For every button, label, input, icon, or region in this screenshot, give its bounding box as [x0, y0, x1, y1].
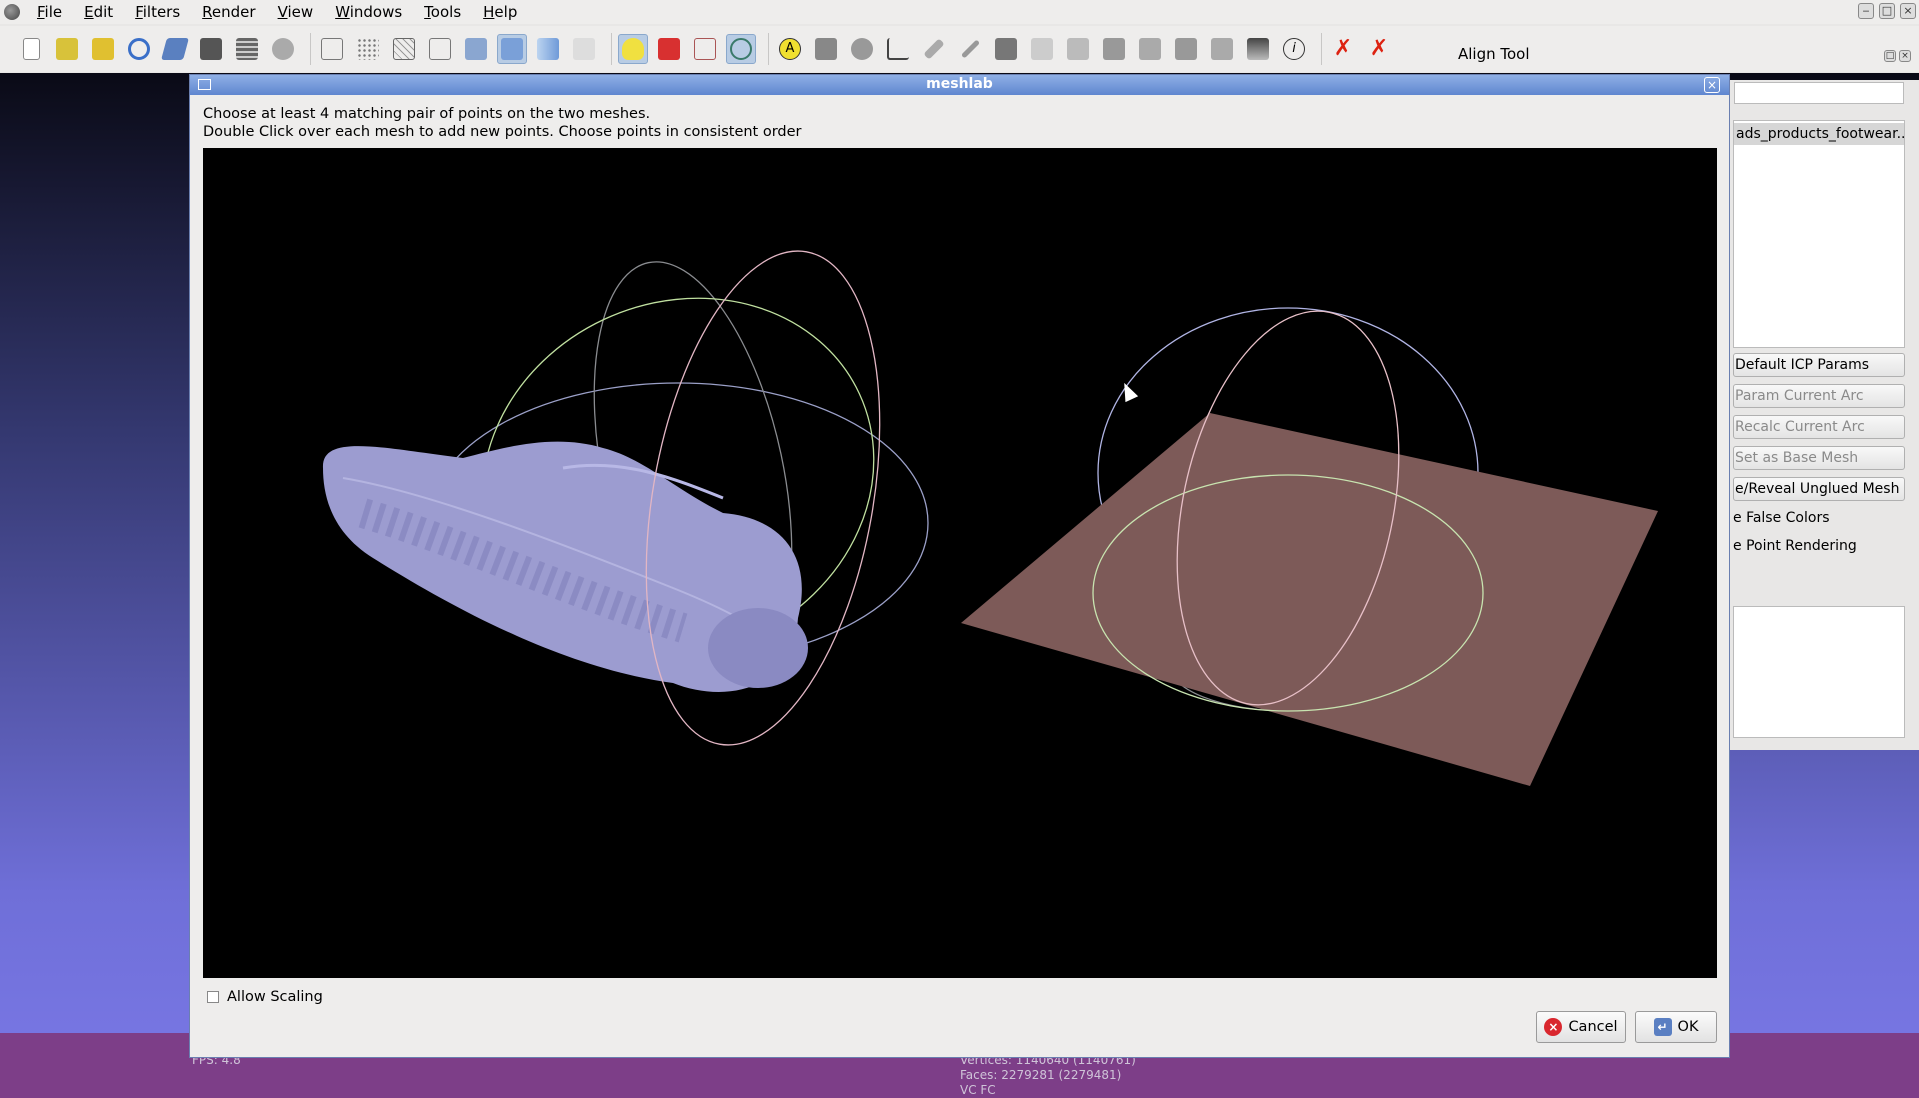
ok-icon: ↵ — [1653, 1018, 1672, 1036]
wireframe-icon[interactable] — [389, 34, 419, 64]
vcfc-readout: VC FC — [960, 1083, 996, 1097]
trackball-icon[interactable] — [726, 34, 756, 64]
georef-icon[interactable] — [1135, 34, 1165, 64]
menu-render[interactable]: Render — [191, 0, 266, 24]
window-close-icon[interactable]: × — [1900, 3, 1916, 19]
main-toolbar: A i ✗ ✗ — [0, 26, 1919, 72]
smooth-icon[interactable] — [533, 34, 563, 64]
paint-icon[interactable] — [919, 34, 949, 64]
snapshot-icon[interactable] — [196, 34, 226, 64]
allow-scaling-checkbox[interactable]: Allow Scaling — [207, 989, 323, 1005]
recalc-current-arc-button[interactable]: Recalc Current Arc — [1733, 415, 1905, 439]
menu-tools[interactable]: Tools — [413, 0, 472, 24]
hide-reveal-unglued-mesh-button[interactable]: e/Reveal Unglued Mesh — [1733, 477, 1905, 501]
backface-icon[interactable] — [654, 34, 684, 64]
toolbar-separator — [310, 33, 311, 65]
log-area — [1733, 606, 1905, 738]
layers-icon[interactable] — [232, 34, 262, 64]
axes-icon[interactable] — [883, 34, 913, 64]
sphere-select-icon[interactable] — [847, 34, 877, 64]
mutual-info-icon[interactable] — [1207, 34, 1237, 64]
cancel-icon: × — [1544, 1018, 1563, 1036]
cancel-button[interactable]: × Cancel — [1536, 1011, 1626, 1043]
flat-lines-icon[interactable] — [461, 34, 491, 64]
annotation-icon[interactable]: A — [775, 34, 805, 64]
mesh-list-item[interactable]: ads_products_footwear... — [1734, 123, 1904, 145]
param-current-arc-button[interactable]: Param Current Arc — [1733, 384, 1905, 408]
cancel-label: Cancel — [1568, 1019, 1618, 1035]
false-colors-checkbox[interactable]: e False Colors — [1733, 510, 1830, 526]
open-icon[interactable] — [88, 34, 118, 64]
instruction-line-1: Choose at least 4 matching pair of point… — [203, 106, 651, 122]
window-minimize-icon[interactable]: ‒ — [1858, 3, 1874, 19]
mesh-viewport[interactable] — [203, 148, 1717, 978]
checkbox-box[interactable] — [207, 991, 219, 1003]
hidden-lines-icon[interactable] — [425, 34, 455, 64]
flat-icon[interactable] — [497, 34, 527, 64]
pick-points-icon[interactable] — [1027, 34, 1057, 64]
default-icp-params-button[interactable]: Default ICP Params — [1733, 353, 1905, 377]
save-icon[interactable] — [160, 34, 190, 64]
menu-filters[interactable]: Filters — [124, 0, 191, 24]
faces-readout: Faces: 2279281 (2279481) — [960, 1068, 1122, 1082]
point-rendering-checkbox[interactable]: e Point Rendering — [1733, 538, 1857, 554]
align-icon[interactable] — [1063, 34, 1093, 64]
dialog-close-icon[interactable]: × — [1704, 77, 1720, 93]
new-icon[interactable] — [16, 34, 46, 64]
globe-icon[interactable] — [268, 34, 298, 64]
dock-header-field — [1734, 82, 1904, 104]
menu-edit[interactable]: Edit — [73, 0, 124, 24]
dialog-titlebar[interactable]: meshlab × — [190, 75, 1729, 95]
slice-icon[interactable] — [1171, 34, 1201, 64]
dock-float-icon[interactable]: □ — [1884, 50, 1896, 62]
mesh-list[interactable]: ads_products_footwear... — [1733, 120, 1905, 348]
double-side-icon[interactable] — [690, 34, 720, 64]
app-icon — [4, 4, 20, 20]
menu-view[interactable]: View — [267, 0, 325, 24]
raster-icon[interactable] — [1243, 34, 1273, 64]
menu-windows[interactable]: Windows — [324, 0, 413, 24]
measure-icon[interactable] — [991, 34, 1021, 64]
light-icon[interactable] — [618, 34, 648, 64]
shoe-mesh[interactable] — [322, 233, 933, 764]
bbox-icon[interactable] — [317, 34, 347, 64]
ok-button[interactable]: ↵ OK — [1635, 1011, 1717, 1043]
toolbar-separator — [1321, 33, 1322, 65]
allow-scaling-label: Allow Scaling — [227, 989, 323, 1005]
ok-label: OK — [1677, 1019, 1699, 1035]
delete-icon[interactable]: ✗ — [1328, 34, 1358, 64]
points-icon[interactable] — [353, 34, 383, 64]
open-project-icon[interactable] — [52, 34, 82, 64]
instruction-line-2: Double Click over each mesh to add new p… — [203, 124, 802, 140]
point-pair-dialog: meshlab × Choose at least 4 matching pai… — [189, 74, 1730, 1058]
menu-help[interactable]: Help — [472, 0, 528, 24]
dock-close-icon[interactable]: × — [1899, 50, 1911, 62]
info-icon[interactable]: i — [1279, 34, 1309, 64]
select-faces-icon[interactable] — [811, 34, 841, 64]
window-maximize-icon[interactable]: □ — [1879, 3, 1895, 19]
delete-align-icon[interactable]: ✗ — [1364, 34, 1394, 64]
menu-bar: File Edit Filters Render View Windows To… — [0, 0, 1919, 24]
texture-icon[interactable] — [569, 34, 599, 64]
manipulator-icon[interactable] — [1099, 34, 1129, 64]
brush-icon[interactable] — [955, 34, 985, 64]
align-tool-title: Align Tool — [1458, 45, 1530, 63]
toolbar-separator — [611, 33, 612, 65]
menu-file[interactable]: File — [26, 0, 73, 24]
plane-mesh[interactable] — [961, 291, 1658, 786]
dialog-title: meshlab — [926, 76, 993, 92]
toolbar-separator — [768, 33, 769, 65]
reload-icon[interactable] — [124, 34, 154, 64]
set-as-base-mesh-button[interactable]: Set as Base Mesh — [1733, 446, 1905, 470]
